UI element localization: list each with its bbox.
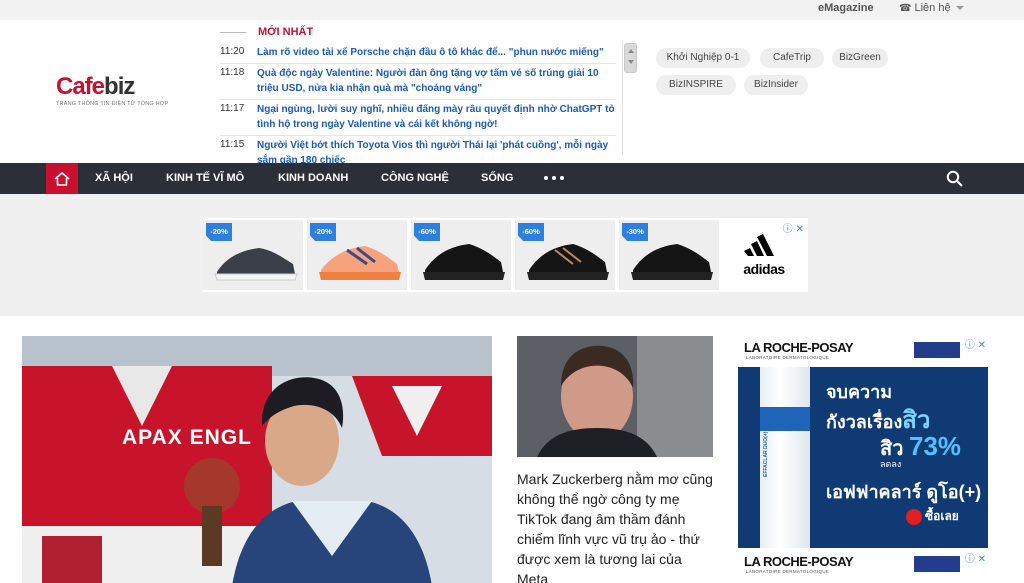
more-dots-icon — [544, 176, 548, 180]
main-content: APAX ENGL Mark Zuckerberg nằm mơ cũng kh… — [0, 316, 1024, 583]
discount-badge: -60% — [414, 223, 440, 241]
ad-brand: LA ROCHE-POSAY — [744, 340, 854, 355]
home-icon — [54, 171, 70, 186]
scrollbar-thumb[interactable] — [624, 43, 637, 73]
la-roche-posay-ad-2[interactable]: LA ROCHE-POSAY LABORATOIRE DERMATOLOGIQU… — [738, 548, 988, 583]
emagazine-link[interactable]: eMagazine — [818, 2, 874, 14]
secondary-story[interactable]: Mark Zuckerberg nằm mơ cũng không thể ng… — [517, 336, 713, 583]
hero-story-image[interactable]: APAX ENGL — [22, 336, 492, 583]
nav-kinh-te-vi-mo[interactable]: KINH TẾ VĨ MÔ — [166, 163, 244, 194]
top-strip: eMagazine ☎ Liên hệ — [0, 0, 1024, 20]
info-icon[interactable]: ⓘ — [783, 224, 793, 235]
nav-kinh-doanh[interactable]: KINH DOANH — [278, 163, 348, 194]
main-nav: XÃ HỘI KINH TẾ VĨ MÔ KINH DOANH CÔNG NGH… — [0, 163, 1024, 194]
story-title[interactable]: Mark Zuckerberg nằm mơ cũng không thể ng… — [517, 469, 713, 583]
story-thumbnail[interactable] — [517, 336, 713, 457]
la-roche-posay-ad[interactable]: LA ROCHE-POSAY LABORATOIRE DERMATOLOGIQU… — [738, 334, 988, 549]
hero-photo — [22, 336, 492, 583]
caret-down-icon — [955, 6, 964, 11]
phone-icon: ☎ — [899, 3, 912, 14]
news-scrollbar[interactable] — [622, 41, 637, 155]
logo-wordmark: Cafebiz — [56, 73, 135, 100]
news-title[interactable]: Quà độc ngày Valentine: Người đàn ông tặ… — [257, 66, 616, 96]
latest-news-list: 11:20 Làm rõ video tài xế Porsche chặn đ… — [220, 43, 616, 171]
tube-label: EFFACLAR DUO(+) — [763, 431, 769, 477]
latest-news-heading: MỚI NHẤT — [258, 26, 314, 38]
tag-cafetrip[interactable]: CafeTrip — [760, 48, 824, 68]
cart-icon — [906, 508, 922, 525]
news-item[interactable]: 11:20 Làm rõ video tài xế Porsche chặn đ… — [220, 43, 616, 64]
contact-dropdown[interactable]: ☎ Liên hệ — [899, 2, 964, 14]
discount-badge: -60% — [518, 223, 544, 241]
nav-xa-hoi[interactable]: XÃ HỘI — [95, 163, 133, 194]
latest-news-box: MỚI NHẤT 11:20 Làm rõ video tài xế Porsc… — [220, 23, 638, 166]
news-time: 11:18 — [220, 67, 245, 78]
ad-shoe[interactable]: -20% — [203, 220, 303, 290]
news-item[interactable]: 11:18 Quà độc ngày Valentine: Người đàn … — [220, 64, 616, 100]
ad-percent-label: ลดลง — [880, 459, 902, 469]
hero-sign-text: APAX ENGL — [122, 426, 252, 449]
discount-badge: -30% — [622, 223, 648, 241]
tag-bizgreen[interactable]: BizGreen — [832, 48, 888, 68]
adidas-stripes-icon — [744, 234, 774, 256]
ad-product-name: เอฟฟาคลาร์ ดูโอ(+) — [826, 482, 982, 502]
contact-label: Liên hệ — [914, 2, 951, 14]
ad-choices-icon[interactable]: ⓘ ✕ — [965, 336, 986, 351]
retailer-logo — [914, 342, 960, 358]
ad-shoe[interactable]: -20% — [307, 220, 407, 290]
ad-shoe[interactable]: -60% — [411, 220, 511, 290]
divider — [220, 31, 246, 33]
adidas-logo[interactable]: adidas — [729, 232, 799, 277]
search-icon — [946, 170, 963, 187]
logo-tagline: TRANG THÔNG TIN ĐIỆN TỬ TỔNG HỢP — [56, 101, 169, 107]
news-title[interactable]: Ngại ngùng, lười suy nghĩ, nhiều đấng mà… — [257, 102, 616, 132]
close-icon[interactable]: ✕ — [796, 224, 804, 235]
news-title[interactable]: Làm rõ video tài xế Porsche chặn đầu ô t… — [257, 45, 604, 60]
news-item[interactable]: 11:17 Ngại ngùng, lười suy nghĩ, nhiều đ… — [220, 100, 616, 136]
ad-buy-button[interactable]: ซื้อเลย — [906, 507, 959, 526]
news-time: 11:20 — [220, 46, 245, 57]
discount-badge: -20% — [310, 223, 336, 241]
ad-choices-icon[interactable]: ⓘ ✕ — [965, 550, 986, 565]
product-tube: EFFACLAR DUO(+) — [760, 367, 810, 549]
story-photo — [517, 336, 713, 457]
site-header: Cafebiz TRANG THÔNG TIN ĐIỆN TỬ TỔNG HỢP… — [0, 20, 1024, 166]
more-menu-button[interactable] — [544, 176, 564, 180]
ad-brand-sub: LABORATOIRE DERMATOLOGIQUE — [746, 569, 830, 574]
ad-brand-sub: LABORATOIRE DERMATOLOGIQUE — [746, 355, 830, 360]
site-logo[interactable]: Cafebiz TRANG THÔNG TIN ĐIỆN TỬ TỔNG HỢP — [56, 73, 169, 108]
home-button[interactable] — [46, 163, 78, 194]
news-time: 11:17 — [220, 103, 245, 114]
ad-shoe[interactable]: -60% — [515, 220, 615, 290]
ad-choices[interactable]: ⓘ ✕ — [783, 220, 804, 235]
ad-brand: LA ROCHE-POSAY — [744, 554, 854, 569]
ad-shoe[interactable]: -30% — [619, 220, 719, 290]
adidas-banner-ad[interactable]: -20% -20% -60% -60% -30% adidas ⓘ ✕ — [203, 218, 808, 292]
tag-bizinspire[interactable]: BizINSPIRE — [656, 75, 736, 95]
nav-song[interactable]: SỐNG — [481, 163, 513, 194]
ad-panel[interactable]: EFFACLAR DUO(+) จบความ กังวลเรื่องสิว สิ… — [738, 367, 988, 549]
adidas-wordmark: adidas — [743, 261, 785, 277]
nav-cong-nghe[interactable]: CÔNG NGHỆ — [381, 163, 449, 194]
discount-badge: -20% — [206, 223, 232, 241]
tag-bizinsider[interactable]: BizInsider — [744, 75, 808, 95]
search-button[interactable] — [946, 170, 963, 192]
retailer-logo — [914, 556, 960, 572]
tag-khoi-nghiep[interactable]: Khởi Nghiệp 0-1 — [656, 48, 750, 68]
